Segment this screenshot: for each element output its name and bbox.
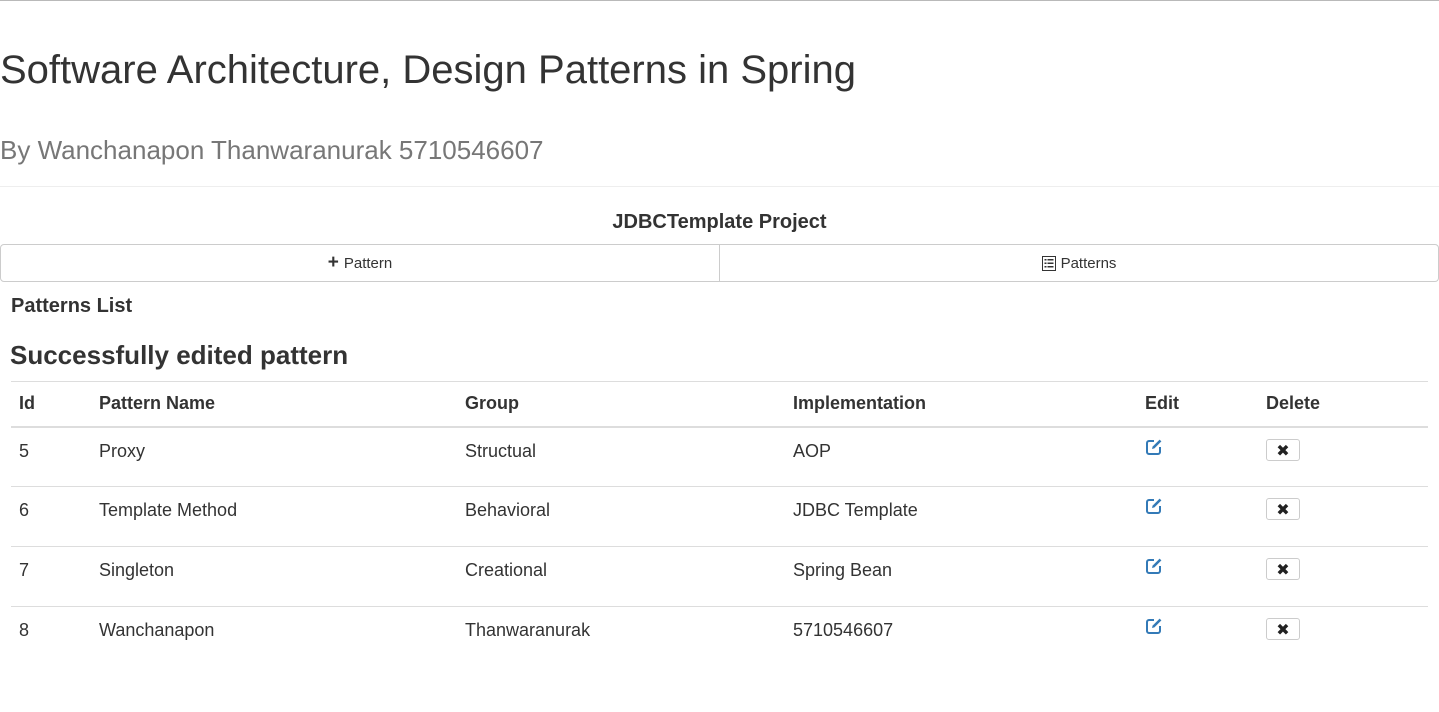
close-icon: ✖ — [1276, 442, 1290, 460]
cell-group: Thanwaranurak — [465, 620, 591, 640]
close-icon: ✖ — [1276, 562, 1290, 579]
page-title: Software Architecture, Design Patterns i… — [0, 48, 856, 92]
patterns-button[interactable]: Patterns — [720, 244, 1439, 282]
close-icon: ✖ — [1276, 502, 1290, 519]
cell-group: Structual — [465, 440, 537, 461]
cell-edit — [1137, 607, 1258, 667]
column-header-edit: Edit — [1145, 393, 1179, 414]
edit-icon[interactable] — [1145, 617, 1163, 635]
delete-button[interactable]: ✖ — [1266, 618, 1300, 640]
table-row: 8 Wanchanapon Thanwaranurak 5710546607 ✖ — [11, 607, 1428, 667]
cell-implementation: 5710546607 — [793, 620, 894, 640]
top-border — [0, 0, 1439, 1]
cell-group: Creational — [465, 560, 548, 580]
cell-id: 6 — [19, 500, 30, 520]
cell-id: 7 — [19, 560, 30, 580]
cell-id: 8 — [19, 620, 30, 640]
delete-button[interactable]: ✖ — [1266, 498, 1300, 520]
add-pattern-label: Pattern — [343, 254, 393, 272]
delete-button[interactable]: ✖ — [1266, 438, 1300, 461]
cell-id: 5 — [19, 440, 30, 461]
cell-pattern-name: Template Method — [99, 500, 238, 520]
cell-edit — [1137, 427, 1258, 487]
cell-delete: ✖ — [1258, 427, 1428, 487]
column-header-id: Id — [19, 393, 35, 414]
patterns-table: Id Pattern Name Group Implementation Edi… — [11, 381, 1428, 667]
cell-group: Behavioral — [465, 500, 551, 520]
cell-implementation: JDBC Template — [793, 500, 918, 520]
cell-edit — [1137, 487, 1258, 547]
close-icon: ✖ — [1276, 622, 1290, 639]
cell-delete: ✖ — [1258, 547, 1428, 607]
toolbar: + Pattern Patterns — [0, 244, 1439, 282]
project-title: JDBCTemplate Project — [612, 211, 827, 233]
plus-icon: + — [327, 251, 339, 273]
cell-delete: ✖ — [1258, 487, 1428, 547]
patterns-list-heading: Patterns List — [11, 295, 133, 317]
column-header-delete: Delete — [1266, 393, 1321, 414]
column-header-implementation: Implementation — [793, 393, 927, 414]
delete-button[interactable]: ✖ — [1266, 558, 1300, 580]
table-header-row: Id Pattern Name Group Implementation Edi… — [11, 381, 1428, 427]
patterns-table-container: Id Pattern Name Group Implementation Edi… — [11, 381, 1428, 667]
cell-implementation: Spring Bean — [793, 560, 893, 580]
cell-edit — [1137, 547, 1258, 607]
cell-pattern-name: Proxy — [99, 440, 146, 461]
cell-pattern-name: Wanchanapon — [99, 620, 215, 640]
header-divider — [0, 186, 1439, 187]
page-subtitle: By Wanchanapon Thanwaranurak 5710546607 — [0, 135, 544, 165]
add-pattern-button[interactable]: + Pattern — [0, 244, 720, 282]
cell-implementation: AOP — [793, 440, 832, 461]
list-icon — [1041, 255, 1056, 271]
table-row: 5 Proxy Structual AOP ✖ — [11, 427, 1428, 487]
edit-icon[interactable] — [1145, 438, 1163, 456]
edit-icon[interactable] — [1145, 497, 1163, 515]
patterns-label: Patterns — [1060, 254, 1117, 272]
status-message: Successfully edited pattern — [10, 340, 349, 370]
edit-icon[interactable] — [1145, 557, 1163, 575]
cell-pattern-name: Singleton — [99, 560, 175, 580]
table-row: 7 Singleton Creational Spring Bean ✖ — [11, 547, 1428, 607]
table-row: 6 Template Method Behavioral JDBC Templa… — [11, 487, 1428, 547]
column-header-group: Group — [465, 393, 519, 414]
column-header-pattern-name: Pattern Name — [99, 393, 216, 414]
cell-delete: ✖ — [1258, 607, 1428, 667]
